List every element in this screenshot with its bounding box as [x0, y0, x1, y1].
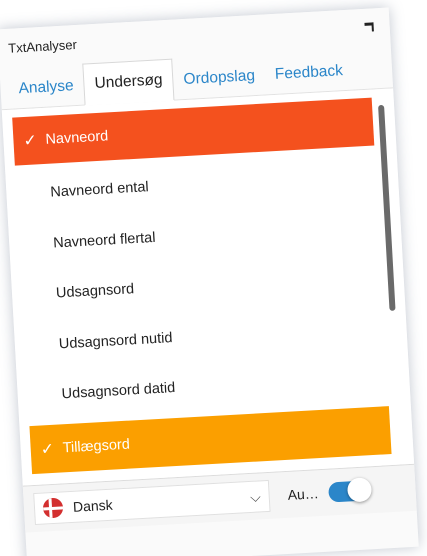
danish-flag-icon — [42, 497, 64, 519]
txtanalyser-panel: TxtAnalyser Analyse Undersøg Ordopslag F… — [0, 7, 419, 556]
tab-undersog[interactable]: Undersøg — [82, 58, 175, 106]
stage: TxtAnalyser Analyse Undersøg Ordopslag F… — [0, 0, 427, 556]
language-label: Dansk — [72, 496, 114, 515]
auto-label: Au… — [287, 485, 320, 503]
auto-toggle[interactable] — [328, 477, 373, 503]
tab-analyse[interactable]: Analyse — [8, 67, 85, 109]
word-class-list: ✓ Navneord Navneord ental Navneord flert… — [1, 88, 415, 486]
toggle-knob — [346, 477, 373, 503]
chevron-down-icon: ⌵ — [249, 487, 262, 505]
tab-feedback[interactable]: Feedback — [264, 52, 354, 95]
check-icon: ✓ — [40, 440, 55, 459]
category-label: Tillægsord — [62, 436, 131, 456]
language-select[interactable]: Dansk ⌵ — [33, 479, 271, 526]
check-icon: ✓ — [23, 132, 38, 151]
app-title: TxtAnalyser — [7, 36, 78, 56]
category-label: Navneord — [45, 128, 109, 148]
tab-ordopslag[interactable]: Ordopslag — [173, 57, 266, 100]
collapse-icon[interactable] — [359, 19, 376, 36]
